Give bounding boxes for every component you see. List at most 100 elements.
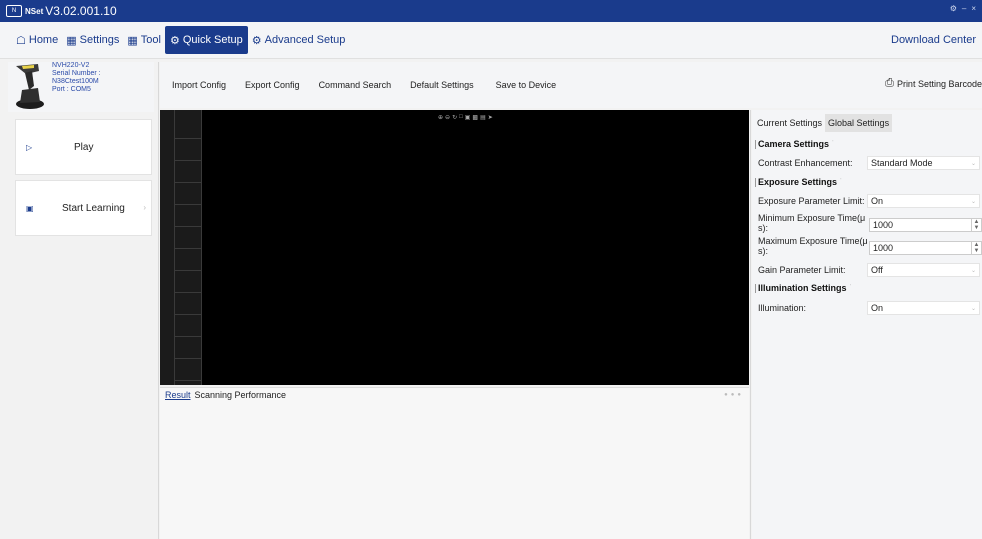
app-name: NSet: [25, 6, 44, 16]
gears-icon: ⚙: [251, 34, 262, 47]
save-to-device-button[interactable]: Save to Device: [492, 77, 561, 93]
min-exposure-value: 1000: [873, 220, 894, 230]
rotate-icon[interactable]: ↻: [452, 114, 457, 122]
exposure-settings-title[interactable]: Exposure Settings ˙: [755, 177, 842, 187]
gain-limit-value: Off: [871, 265, 883, 275]
min-exposure-label: Minimum Exposure Time(μ s):: [758, 213, 865, 233]
play-icon: ▷: [26, 143, 33, 152]
contrast-enhancement-select[interactable]: Standard Mode ⌄: [867, 156, 980, 170]
tab-result[interactable]: Result: [165, 390, 191, 400]
contrast-enhancement-value: Standard Mode: [871, 158, 933, 168]
zoom-out-icon[interactable]: ⊖: [445, 114, 450, 122]
pointer-icon[interactable]: ➤: [488, 114, 493, 122]
contrast-enhancement-label: Contrast Enhancement:: [758, 158, 853, 168]
ruler-tick: [174, 380, 202, 381]
device-panel: NVH220-V2 Serial Number : N38Ctest100M P…: [8, 62, 154, 112]
menu-advanced-setup-label: Advanced Setup: [264, 34, 346, 46]
ruler-tick: [174, 138, 202, 139]
play-label: Play: [74, 141, 94, 153]
device-info: NVH220-V2 Serial Number : N38Ctest100M P…: [52, 62, 101, 112]
camera-settings-title[interactable]: Camera Settings ˙: [755, 139, 834, 149]
image-viewer[interactable]: ⊕ ⊖ ↻ □ ▣ ▩ ▤ ➤: [160, 110, 749, 385]
grid-icon: ▦: [66, 34, 77, 47]
default-settings-button[interactable]: Default Settings: [406, 77, 478, 93]
group-marker: [755, 283, 756, 293]
ruler-tick: [174, 226, 202, 227]
ruler-tick: [174, 248, 202, 249]
menu-advanced-setup[interactable]: ⚙ Advanced Setup: [248, 22, 350, 58]
minimize-icon[interactable]: –: [962, 4, 966, 13]
image-icon[interactable]: ▩: [472, 114, 478, 122]
min-exposure-input[interactable]: 1000 ▲ ▼: [869, 218, 982, 232]
tab-global-settings[interactable]: Global Settings: [825, 114, 893, 132]
window-controls: ⚙ – ×: [950, 4, 976, 13]
printer-icon: ⎙: [885, 77, 894, 89]
settings-icon[interactable]: ⚙: [950, 4, 957, 13]
ruler-tick: [174, 292, 202, 293]
import-config-button[interactable]: Import Config: [168, 77, 230, 93]
ruler-tick: [174, 336, 202, 337]
illumination-label: Illumination:: [758, 303, 807, 313]
save-image-icon[interactable]: ▤: [480, 114, 486, 122]
print-setting-barcode-label: Print Setting Barcode: [896, 78, 982, 89]
caret-icon: ˙: [849, 284, 852, 292]
group-marker: [755, 139, 756, 149]
chevron-down-icon: ⌄: [970, 160, 976, 167]
panel-dot-icon[interactable]: ●: [724, 392, 731, 398]
gear-icon: ⚙: [169, 34, 180, 47]
tab-current-settings[interactable]: Current Settings: [754, 114, 825, 132]
illumination-settings-label: Illumination Settings: [758, 283, 847, 293]
result-tabs: Result Scanning Performance: [165, 390, 286, 400]
title-bar: N NSet V3.02.001.10 ⚙ – ×: [0, 0, 982, 22]
left-divider: [158, 62, 159, 539]
command-search-button[interactable]: Command Search: [315, 77, 396, 93]
print-setting-barcode-button[interactable]: ⎙ Print Setting Barcode: [885, 77, 982, 90]
menu-quick-setup[interactable]: ⚙ Quick Setup: [164, 26, 248, 54]
spinner-arrows-icon[interactable]: ▲ ▼: [971, 219, 981, 231]
config-toolbar: Import Config Export Config Command Sear…: [160, 62, 982, 108]
start-learning-card[interactable]: ▣ Start Learning ›: [15, 180, 152, 236]
spinner-arrows-icon[interactable]: ▲ ▼: [971, 242, 981, 254]
close-icon[interactable]: ×: [971, 4, 976, 13]
viewer-toolbar: ⊕ ⊖ ↻ □ ▣ ▩ ▤ ➤: [438, 114, 493, 122]
download-center-link[interactable]: Download Center: [891, 22, 976, 58]
ruler-tick: [174, 204, 202, 205]
zoom-in-icon[interactable]: ⊕: [438, 114, 443, 122]
chevron-down-icon: ⌄: [970, 305, 976, 312]
export-config-button[interactable]: Export Config: [241, 77, 304, 93]
play-card[interactable]: ▷ Play: [15, 119, 152, 175]
app-logo-icon: N: [6, 5, 22, 17]
ruler-tick: [174, 160, 202, 161]
menu-quick-setup-label: Quick Setup: [182, 34, 243, 46]
panel-dot-icon[interactable]: ●: [737, 392, 744, 398]
exposure-limit-select[interactable]: On ⌄: [867, 194, 980, 208]
learning-icon: ▣: [26, 204, 34, 213]
min-exposure-label-line1: Minimum Exposure Time(μ: [758, 213, 866, 223]
menu-bar: ☖ Home ▦ Settings ▦ Tool ⚙ Quick Setup ⚙…: [0, 22, 982, 59]
menu-tool[interactable]: ▦ Tool: [123, 22, 165, 58]
device-model: NVH220-V2: [52, 62, 90, 69]
grid-icon: ▦: [127, 34, 138, 47]
ruler-tick: [174, 182, 202, 183]
start-learning-label: Start Learning: [62, 202, 125, 214]
caret-icon: ˙: [832, 140, 835, 148]
menu-settings[interactable]: ▦ Settings: [62, 22, 123, 58]
gain-limit-select[interactable]: Off ⌄: [867, 263, 980, 277]
illumination-settings-title[interactable]: Illumination Settings ˙: [755, 283, 852, 293]
tab-scanning-performance[interactable]: Scanning Performance: [195, 390, 287, 400]
max-exposure-input[interactable]: 1000 ▲ ▼: [869, 241, 982, 255]
max-exposure-label-line1: Maximum Exposure Time(μ: [758, 236, 868, 246]
menu-home[interactable]: ☖ Home: [12, 22, 62, 58]
menu-settings-label: Settings: [79, 34, 120, 46]
fit-icon[interactable]: □: [459, 114, 463, 122]
settings-tabs: Current Settings Global Settings: [754, 114, 893, 132]
device-port: Port : COM5: [52, 86, 91, 93]
ruler-tick: [174, 314, 202, 315]
min-exposure-label-line2: s):: [758, 223, 768, 233]
illumination-select[interactable]: On ⌄: [867, 301, 980, 315]
max-exposure-value: 1000: [873, 243, 894, 253]
panel-controls: ●●●: [724, 392, 744, 398]
chevron-down-icon: ⌄: [970, 198, 976, 205]
crop-icon[interactable]: ▣: [465, 114, 471, 122]
app-version: V3.02.001.10: [45, 4, 117, 18]
